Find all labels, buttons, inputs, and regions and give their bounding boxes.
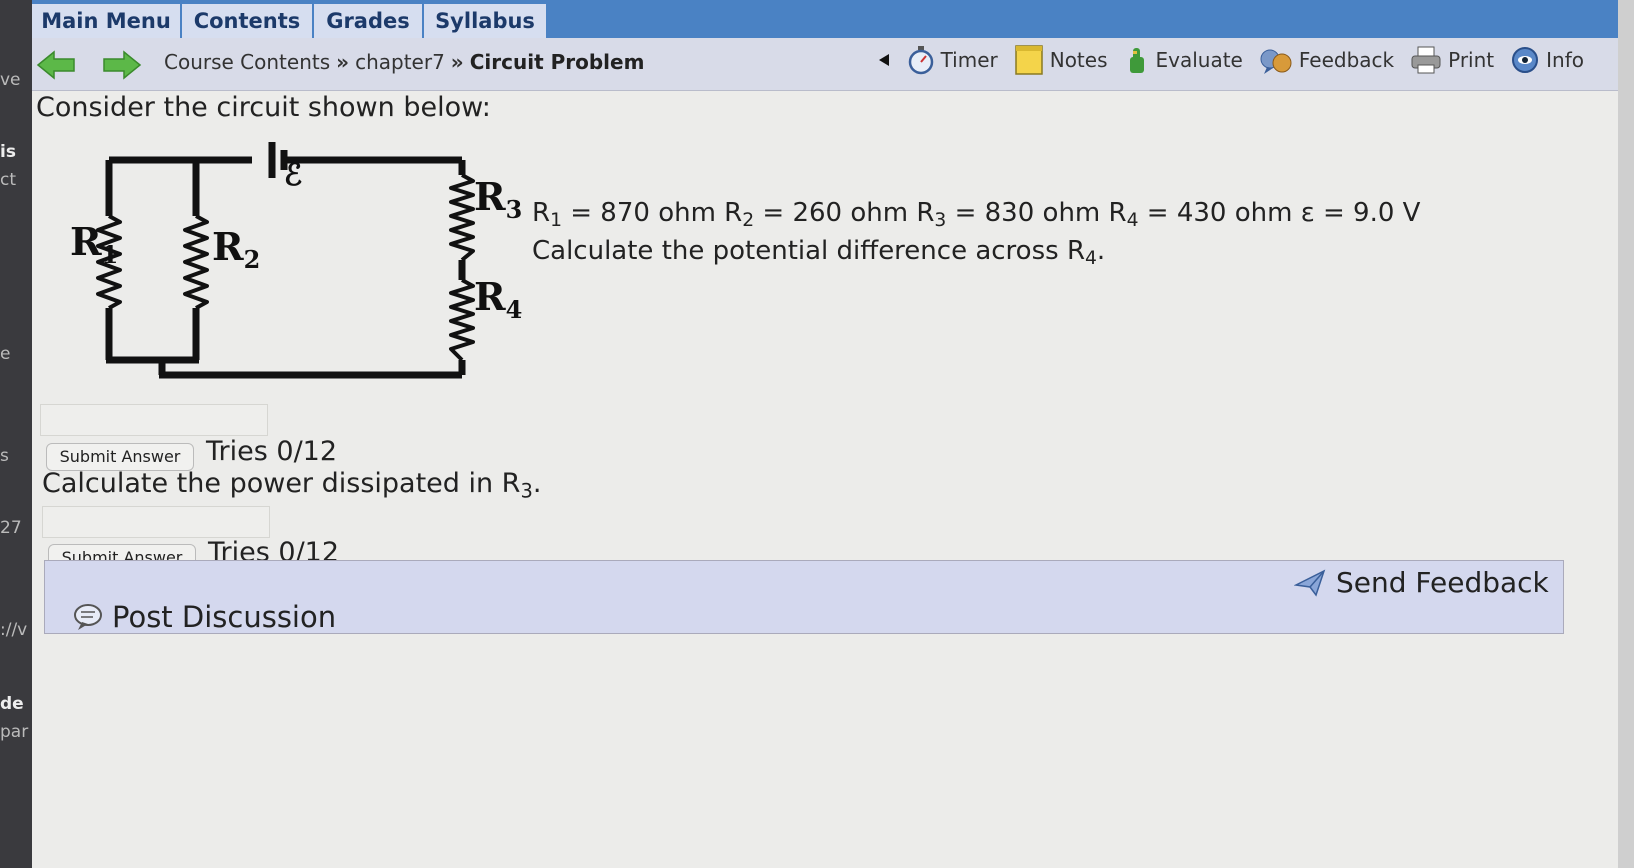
- question-potential-difference: Calculate the potential difference acros…: [532, 236, 1106, 270]
- print-icon: [1411, 46, 1441, 74]
- label-emf: ℰ: [284, 158, 302, 193]
- tab-syllabus[interactable]: Syllabus: [424, 4, 548, 38]
- notes-icon: [1014, 45, 1043, 75]
- main-menu-bar: Main Menu Contents Grades Syllabus: [32, 0, 1618, 38]
- timer-button[interactable]: Timer: [907, 45, 998, 75]
- feedback-icon: [1260, 49, 1292, 74]
- discussion-icon: [74, 604, 102, 630]
- answer-input-1[interactable]: [40, 404, 268, 436]
- breadcrumb-chapter[interactable]: chapter7: [355, 50, 445, 74]
- notes-button[interactable]: Notes: [1014, 44, 1108, 76]
- background-window-edge: ve is ct e s 27 ://v de par: [0, 0, 32, 868]
- triangle-left-icon[interactable]: [877, 52, 891, 68]
- tab-grades[interactable]: Grades: [314, 4, 424, 38]
- breadcrumb-current-page: Circuit Problem: [469, 50, 645, 74]
- tab-main-menu[interactable]: Main Menu: [32, 4, 182, 38]
- post-discussion-label: Post Discussion: [112, 600, 337, 634]
- breadcrumb-separator: »: [450, 50, 464, 74]
- timer-icon: [908, 46, 933, 75]
- background-window-edge-right: [1618, 0, 1634, 868]
- submit-answer-button-1[interactable]: Submit Answer: [46, 443, 194, 471]
- course-page: Main Menu Contents Grades Syllabus Cours…: [32, 0, 1618, 868]
- notes-label: Notes: [1049, 48, 1108, 72]
- post-discussion-link[interactable]: Post Discussion: [72, 600, 336, 634]
- back-arrow-icon[interactable]: [36, 50, 76, 80]
- feedback-label: Feedback: [1298, 48, 1395, 72]
- evaluate-label: Evaluate: [1155, 48, 1243, 72]
- breadcrumb-separator: »: [336, 50, 350, 74]
- breadcrumb-course-contents[interactable]: Course Contents: [164, 50, 330, 74]
- info-button[interactable]: Info: [1510, 45, 1584, 75]
- navigation-toolbar: Course Contents» chapter7» Circuit Problem…: [32, 38, 1618, 91]
- send-feedback-label: Send Feedback: [1336, 566, 1549, 599]
- evaluate-icon: [1129, 48, 1144, 73]
- timer-label: Timer: [940, 48, 998, 72]
- label-r4: R4: [474, 274, 522, 324]
- resistor-r2: [183, 214, 209, 310]
- circuit-diagram: R1 R2 R3 R4 ℰ: [70, 142, 522, 379]
- info-icon: [1512, 47, 1539, 73]
- tools-strip: Timer Notes Evaluate Feedback Print Info: [877, 44, 1584, 76]
- print-label: Print: [1448, 48, 1495, 72]
- question-power-dissipated: Calculate the power dissipated in R3.: [42, 468, 542, 503]
- tab-contents[interactable]: Contents: [182, 4, 314, 38]
- answer-input-2[interactable]: [42, 506, 270, 538]
- label-r2: R2: [212, 224, 260, 274]
- breadcrumb: Course Contents» chapter7» Circuit Problem: [164, 50, 644, 74]
- resistor-r4: [449, 278, 475, 362]
- evaluate-button[interactable]: Evaluate: [1124, 45, 1243, 75]
- label-r3: R3: [474, 174, 522, 224]
- circuit-values: R1 = 870 ohm R2 = 260 ohm R3 = 830 ohm R…: [532, 198, 1421, 232]
- resistor-r3: [449, 173, 475, 262]
- feedback-button[interactable]: Feedback: [1259, 45, 1394, 75]
- problem-intro: Consider the circuit shown below:: [36, 92, 491, 123]
- forward-arrow-icon[interactable]: [102, 50, 142, 80]
- send-feedback-icon: [1294, 569, 1326, 597]
- tries-counter-1: Tries 0/12: [206, 436, 338, 467]
- send-feedback-link[interactable]: Send Feedback: [1294, 566, 1549, 599]
- print-button[interactable]: Print: [1410, 45, 1494, 75]
- info-label: Info: [1546, 48, 1584, 72]
